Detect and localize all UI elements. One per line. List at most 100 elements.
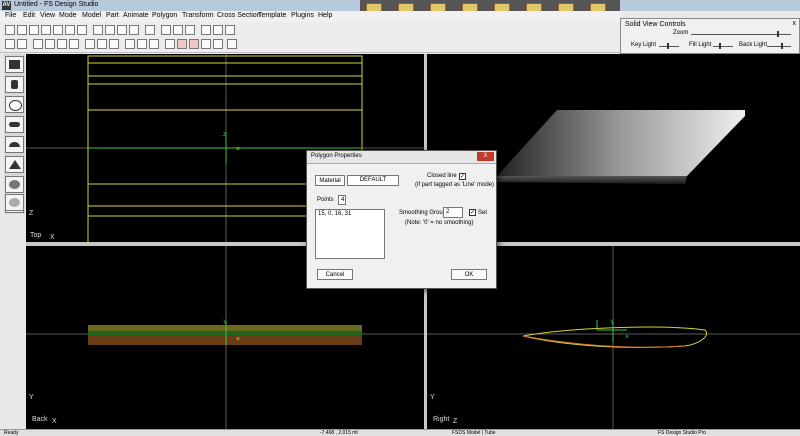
set-label: Set [478,210,488,216]
cancel-button[interactable]: Cancel [317,269,353,280]
solid-view-controls: Solid View Controls x Zoom Key Light Fil… [620,18,800,54]
ellipse-icon [9,100,22,111]
cut-icon[interactable] [41,25,51,35]
dialog-title-bar[interactable]: Polygon Properties X [307,151,496,164]
menu-model[interactable]: Model [82,12,101,19]
circle-tool-icon[interactable] [45,39,55,49]
back-light-slider[interactable] [767,46,791,47]
set-checkbox[interactable]: ✓ [469,209,476,216]
menu-animate[interactable]: Animate [123,12,149,19]
new-file-icon[interactable] [5,25,15,35]
menu-part[interactable]: Part [106,12,119,19]
closed-line-note: (if part tagged as 'Line' mode) [415,182,495,188]
fill-light-knob[interactable] [719,43,721,49]
top-axis-x: X [50,234,55,241]
pyramid-tool-button[interactable] [5,156,24,173]
ok-button[interactable]: OK [451,269,487,280]
menu-cross-section[interactable]: Cross Section [217,12,261,19]
no-icon[interactable] [177,39,187,49]
capsule-tool-button[interactable] [5,116,24,133]
sphere-icon [9,180,20,189]
back-viewport-label: Back [32,416,48,423]
dialog-title: Polygon Properties [311,153,362,159]
save-icon[interactable] [29,25,39,35]
open-folder-icon[interactable] [17,25,27,35]
cube-tool-button[interactable] [5,56,24,73]
view-split-icon[interactable] [185,25,195,35]
menu-edit[interactable]: Edit [23,12,35,19]
stop-icon[interactable] [165,39,175,49]
key-light-label: Key Light [631,42,657,48]
menu-file[interactable]: File [5,12,16,19]
zoom-label: Zoom [673,30,689,36]
dot-tool-icon[interactable] [33,39,43,49]
top-viewport-label: Top [30,232,42,239]
back-light-knob[interactable] [781,43,783,49]
solid-icon[interactable] [213,25,223,35]
undo-icon[interactable] [77,25,87,35]
sphere-tool-button[interactable] [5,176,24,193]
svg-text:z: z [223,132,226,138]
close-icon[interactable]: X [477,152,494,161]
triangle-tool-icon[interactable] [17,39,27,49]
ellipse-tool-button[interactable] [5,96,24,113]
points-label: Points [317,197,334,203]
text-tool-icon[interactable] [57,39,67,49]
paste-icon[interactable] [65,25,75,35]
align-icon[interactable] [109,39,119,49]
join-icon[interactable] [137,39,147,49]
menu-help[interactable]: Help [318,12,332,19]
hand-icon[interactable] [227,39,237,49]
key-light-knob[interactable] [667,43,669,49]
snap-icon[interactable] [85,39,95,49]
scale-icon[interactable] [129,25,139,35]
menu-transform[interactable]: Transform [182,12,214,19]
capsule-icon [9,122,20,127]
copy-icon[interactable] [53,25,63,35]
zoom-slider-knob[interactable] [777,31,779,37]
svg-text:Y: Y [223,320,227,326]
status-ready: Ready [4,430,19,436]
pick-icon[interactable] [97,39,107,49]
cube-icon [9,60,20,69]
fill-light-slider[interactable] [713,46,733,47]
torus-tool-button[interactable] [5,194,24,211]
mirror-tool-icon[interactable] [69,39,79,49]
svg-text:×: × [236,146,240,153]
key-light-slider[interactable] [659,46,679,47]
rotate-icon[interactable] [117,25,127,35]
cylinder-tool-button[interactable] [5,76,24,93]
menu-view[interactable]: View [40,12,55,19]
grid-icon[interactable] [145,25,155,35]
closed-line-checkbox[interactable]: ✓ [459,173,466,180]
zoom-slider[interactable] [691,34,791,35]
view-grid-icon[interactable] [161,25,171,35]
view-single-icon[interactable] [173,25,183,35]
menu-polygon[interactable]: Polygon [152,12,177,19]
top-axis-z: Z [29,210,34,217]
status-product: FS Design Studio Pro [658,430,707,436]
status-model: FSDS Model | Tube [452,430,496,436]
wedge-icon [9,142,20,147]
material-button[interactable]: Material [315,175,345,186]
select-icon[interactable] [93,25,103,35]
arrow-right-icon[interactable] [213,39,223,49]
menu-mode[interactable]: Mode [59,12,77,19]
move-icon[interactable] [105,25,115,35]
light-icon[interactable] [225,25,235,35]
menu-plugins[interactable]: Plugins [291,12,314,19]
wireframe-icon[interactable] [201,25,211,35]
delete-x-icon[interactable] [149,39,159,49]
pyramid-icon [9,160,21,169]
no-entry-icon[interactable] [189,39,199,49]
rect-tool-icon[interactable] [5,39,15,49]
smoothing-group-field[interactable]: 2 [443,207,463,218]
close-icon[interactable]: x [793,20,797,27]
menu-template[interactable]: Template [258,12,286,19]
points-field[interactable]: 4 [338,195,346,205]
material-field[interactable]: DEFAULT [347,175,399,186]
arrow-left-icon[interactable] [201,39,211,49]
wedge-tool-button[interactable] [5,136,24,153]
flip-icon[interactable] [125,39,135,49]
points-list[interactable]: 15, 0, 16, 31 [315,209,385,259]
